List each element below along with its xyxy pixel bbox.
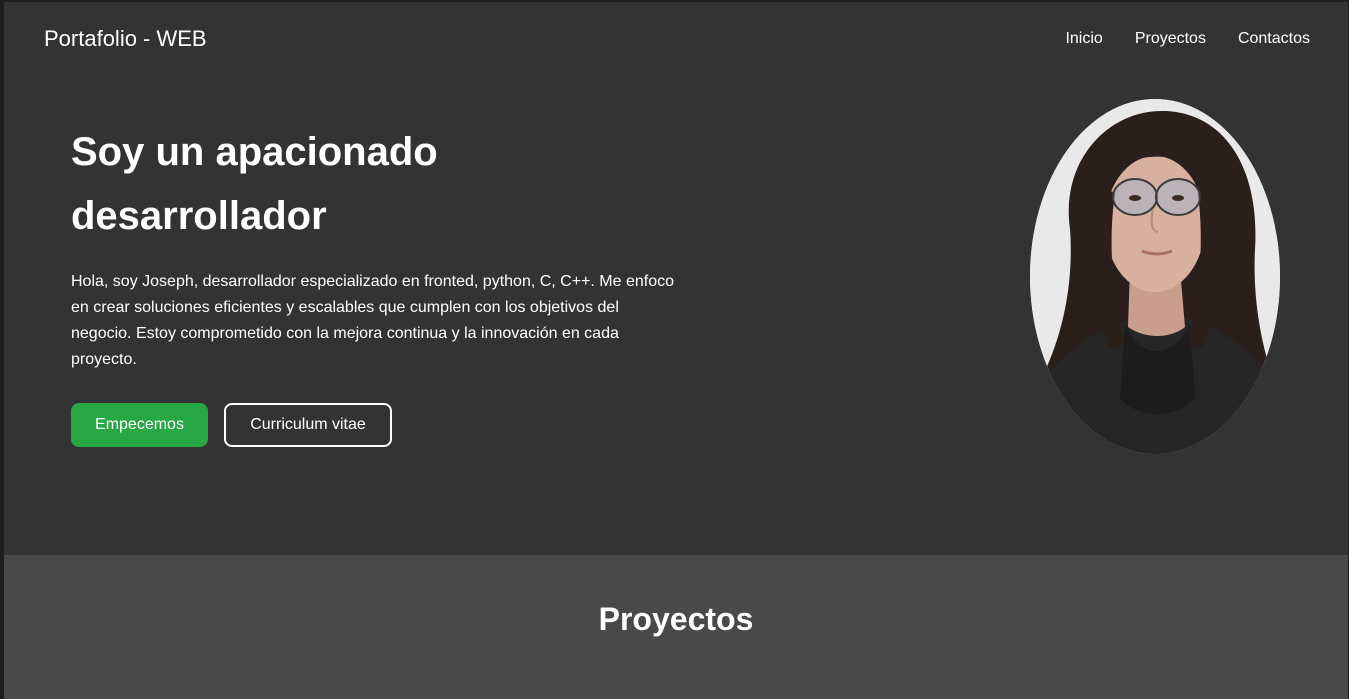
projects-title: Proyectos bbox=[598, 601, 754, 637]
hero-text: Soy un apacionado desarrollador Hola, so… bbox=[71, 120, 691, 447]
page: Portafolio - WEB Inicio Proyectos Contac… bbox=[4, 2, 1348, 699]
brand-title[interactable]: Portafolio - WEB bbox=[44, 26, 207, 52]
nav-link-contactos[interactable]: Contactos bbox=[1238, 30, 1310, 48]
projects-section: Proyectos bbox=[4, 555, 1348, 699]
hero-description: Hola, soy Joseph, desarrollador especial… bbox=[71, 273, 675, 368]
navbar: Portafolio - WEB Inicio Proyectos Contac… bbox=[4, 2, 1348, 78]
empecemos-button[interactable]: Empecemos bbox=[71, 403, 208, 447]
profile-photo bbox=[1030, 99, 1280, 454]
hero-buttons: Empecemos Curriculum vitae bbox=[71, 403, 691, 447]
main-nav: Inicio Proyectos Contactos bbox=[1065, 30, 1310, 48]
curriculum-vitae-button[interactable]: Curriculum vitae bbox=[224, 403, 392, 447]
nav-link-inicio[interactable]: Inicio bbox=[1065, 30, 1102, 48]
hero-title: Soy un apacionado desarrollador bbox=[71, 130, 438, 238]
nav-link-proyectos[interactable]: Proyectos bbox=[1135, 30, 1206, 48]
hero-section: Soy un apacionado desarrollador Hola, so… bbox=[4, 78, 1348, 555]
